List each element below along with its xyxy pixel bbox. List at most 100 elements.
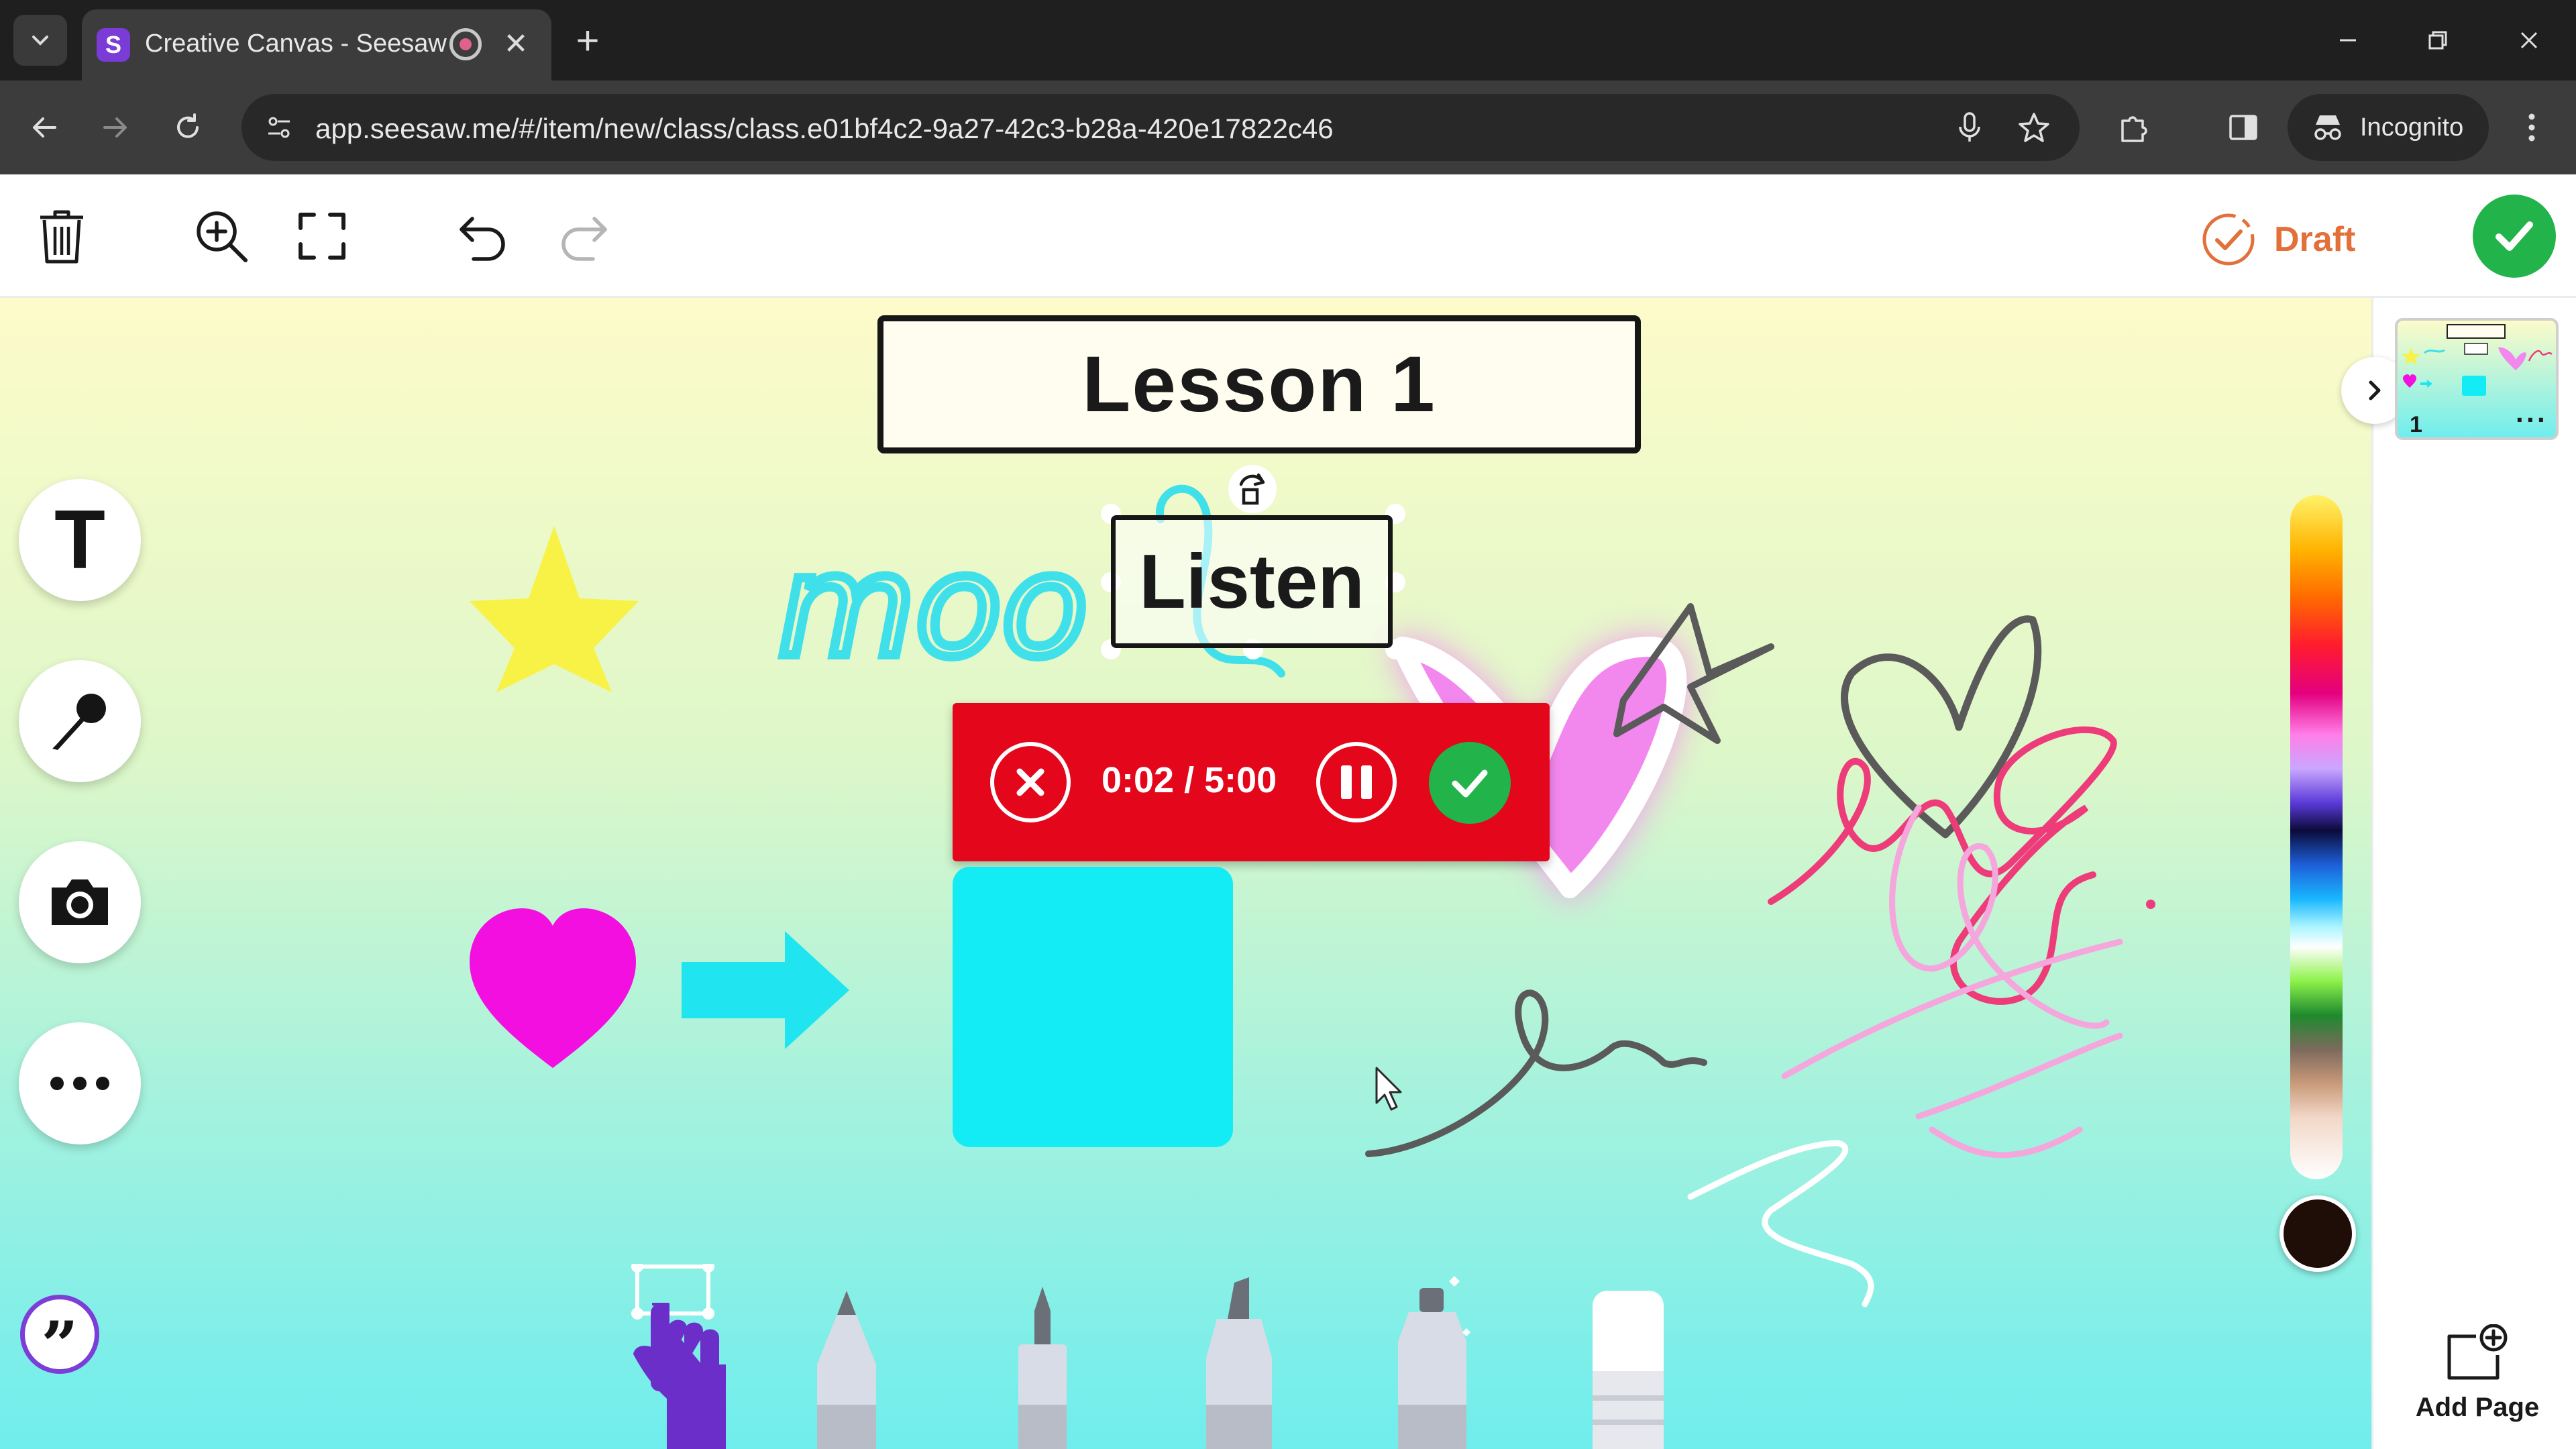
page-thumbnail[interactable]: 1 ··· (2395, 318, 2559, 440)
checkmark-icon (2496, 221, 2533, 251)
seesaw-creative-canvas: Draft moo Lesson 1 Listen 0:02 / 5:00 T … (0, 174, 2576, 1449)
lesson-title-text: Lesson 1 (1082, 340, 1436, 429)
editor-top-bar: Draft (0, 174, 2576, 298)
redo-button[interactable] (550, 203, 617, 270)
text-tool-button[interactable]: T (19, 479, 141, 601)
pause-icon-bar-right (1361, 765, 1372, 799)
fullscreen-icon (299, 213, 345, 260)
mouse-cursor-icon (1375, 1067, 1402, 1111)
recording-elapsed: 0:02 (1102, 760, 1175, 800)
checkmark-icon (1452, 769, 1488, 798)
yellow-star-stamp[interactable] (470, 526, 639, 692)
incognito-label: Incognito (2360, 113, 2464, 142)
cancel-recording-button[interactable] (990, 742, 1071, 822)
restore-window-button[interactable] (2398, 9, 2478, 71)
pause-icon-bar-left (1341, 765, 1352, 799)
crayon-tool[interactable] (1018, 1287, 1067, 1449)
pencil-tool[interactable] (817, 1291, 876, 1449)
red-dot-drawing[interactable] (2146, 900, 2155, 909)
pause-recording-button[interactable] (1316, 742, 1397, 822)
recording-separator: / (1174, 760, 1205, 800)
incognito-icon (2314, 115, 2341, 140)
quote-button[interactable]: ” (20, 1295, 99, 1378)
seesaw-favicon-icon: S (97, 28, 130, 62)
camera-icon (52, 879, 108, 925)
puzzle-icon (2121, 116, 2147, 142)
draft-label: Draft (2274, 220, 2356, 259)
select-hand-tool[interactable] (631, 1264, 726, 1449)
grey-signature-drawing[interactable] (1365, 989, 1707, 1157)
fullscreen-button[interactable] (288, 203, 356, 270)
arrow-right-icon (103, 117, 127, 138)
red-scribble-drawing[interactable] (1768, 727, 2117, 1005)
tab-title: Creative Canvas - Seesaw (145, 30, 447, 58)
forward-button[interactable] (87, 99, 144, 156)
url-text: app.seesaw.me/#/item/new/class/class.e01… (315, 113, 1334, 144)
new-tab-button[interactable]: + (562, 15, 613, 66)
more-tools-button[interactable] (19, 1022, 141, 1144)
eraser-tool[interactable] (1593, 1291, 1664, 1449)
listen-text: Listen (1139, 539, 1364, 625)
color-palette-slider[interactable] (2290, 495, 2343, 1179)
trash-icon (40, 210, 83, 264)
reload-button[interactable] (160, 99, 216, 156)
undo-button[interactable] (449, 203, 517, 270)
cyan-square-shape[interactable] (953, 867, 1233, 1147)
spray-paint-tool[interactable] (1398, 1276, 1470, 1449)
page-options-button[interactable]: ··· (2516, 404, 2548, 436)
drawing-canvas[interactable]: moo Lesson 1 Listen 0:02 / 5:00 T ” (0, 298, 2371, 1449)
finish-recording-button[interactable] (1429, 742, 1511, 824)
magenta-heart-stamp[interactable] (470, 908, 636, 1068)
recording-timer: 0:02 / 5:00 (1102, 759, 1277, 801)
site-info-icon[interactable] (259, 107, 299, 148)
camera-tool-button[interactable] (19, 841, 141, 963)
microphone-icon (52, 694, 106, 750)
voice-recording-bar: 0:02 / 5:00 (953, 703, 1550, 861)
zoom-button[interactable] (188, 203, 255, 270)
delete-button[interactable] (28, 203, 95, 270)
minimize-window-button[interactable] (2308, 9, 2388, 71)
grey-star-outline-drawing[interactable] (1613, 603, 1774, 744)
chevron-down-icon (32, 36, 48, 46)
marker-tool[interactable] (1206, 1277, 1272, 1449)
light-pink-scribble-drawing[interactable] (1781, 804, 2123, 1159)
zoom-in-icon (197, 211, 248, 262)
back-button[interactable] (16, 99, 72, 156)
drawing-tools-tray (631, 1264, 1664, 1449)
add-page-button[interactable]: Add Page (2400, 1324, 2555, 1438)
side-panel-icon (2229, 115, 2257, 140)
extensions-button[interactable] (2106, 99, 2163, 156)
submit-post-button[interactable] (2473, 195, 2556, 278)
restore-icon (2428, 31, 2447, 50)
tab-close-icon[interactable]: ✕ (495, 23, 537, 64)
browser-menu-button[interactable] (2504, 99, 2560, 156)
redo-icon (561, 217, 607, 261)
add-page-icon (2447, 1324, 2508, 1380)
tab-recording-indicator-icon (449, 28, 482, 60)
add-page-label: Add Page (2415, 1393, 2540, 1422)
draft-status-button[interactable]: Draft (2200, 211, 2355, 268)
address-bar[interactable]: app.seesaw.me/#/item/new/class/class.e01… (241, 94, 2080, 161)
pages-panel: 1 ··· Add Page (2341, 298, 2576, 1449)
quote-icon: ” (41, 1307, 78, 1383)
lesson-title-textbox[interactable]: Lesson 1 (877, 315, 1641, 453)
selected-color-swatch[interactable] (2279, 1195, 2356, 1272)
active-browser-tab[interactable]: S Creative Canvas - Seesaw ✕ (82, 9, 551, 80)
close-window-button[interactable] (2489, 9, 2569, 71)
arrow-left-icon (33, 117, 56, 138)
browser-toolbar: app.seesaw.me/#/item/new/class/class.e01… (0, 80, 2576, 174)
listen-textbox[interactable]: Listen (1111, 515, 1393, 648)
cyan-arrow-stamp[interactable] (682, 931, 849, 1049)
reload-icon (177, 113, 199, 138)
close-icon (1016, 768, 1044, 796)
tab-search-button[interactable] (13, 15, 67, 66)
side-panel-button[interactable] (2215, 99, 2271, 156)
bookmark-star-icon[interactable] (2014, 107, 2054, 148)
microphone-icon[interactable] (1949, 107, 1990, 148)
incognito-indicator[interactable]: Incognito (2288, 94, 2489, 161)
moo-scribble-drawing[interactable]: moo (773, 519, 1093, 693)
chevron-right-icon (2369, 380, 2381, 400)
record-tool-button[interactable] (19, 660, 141, 782)
draft-check-icon (2202, 213, 2255, 266)
rotate-handle-icon[interactable] (1226, 463, 1279, 515)
